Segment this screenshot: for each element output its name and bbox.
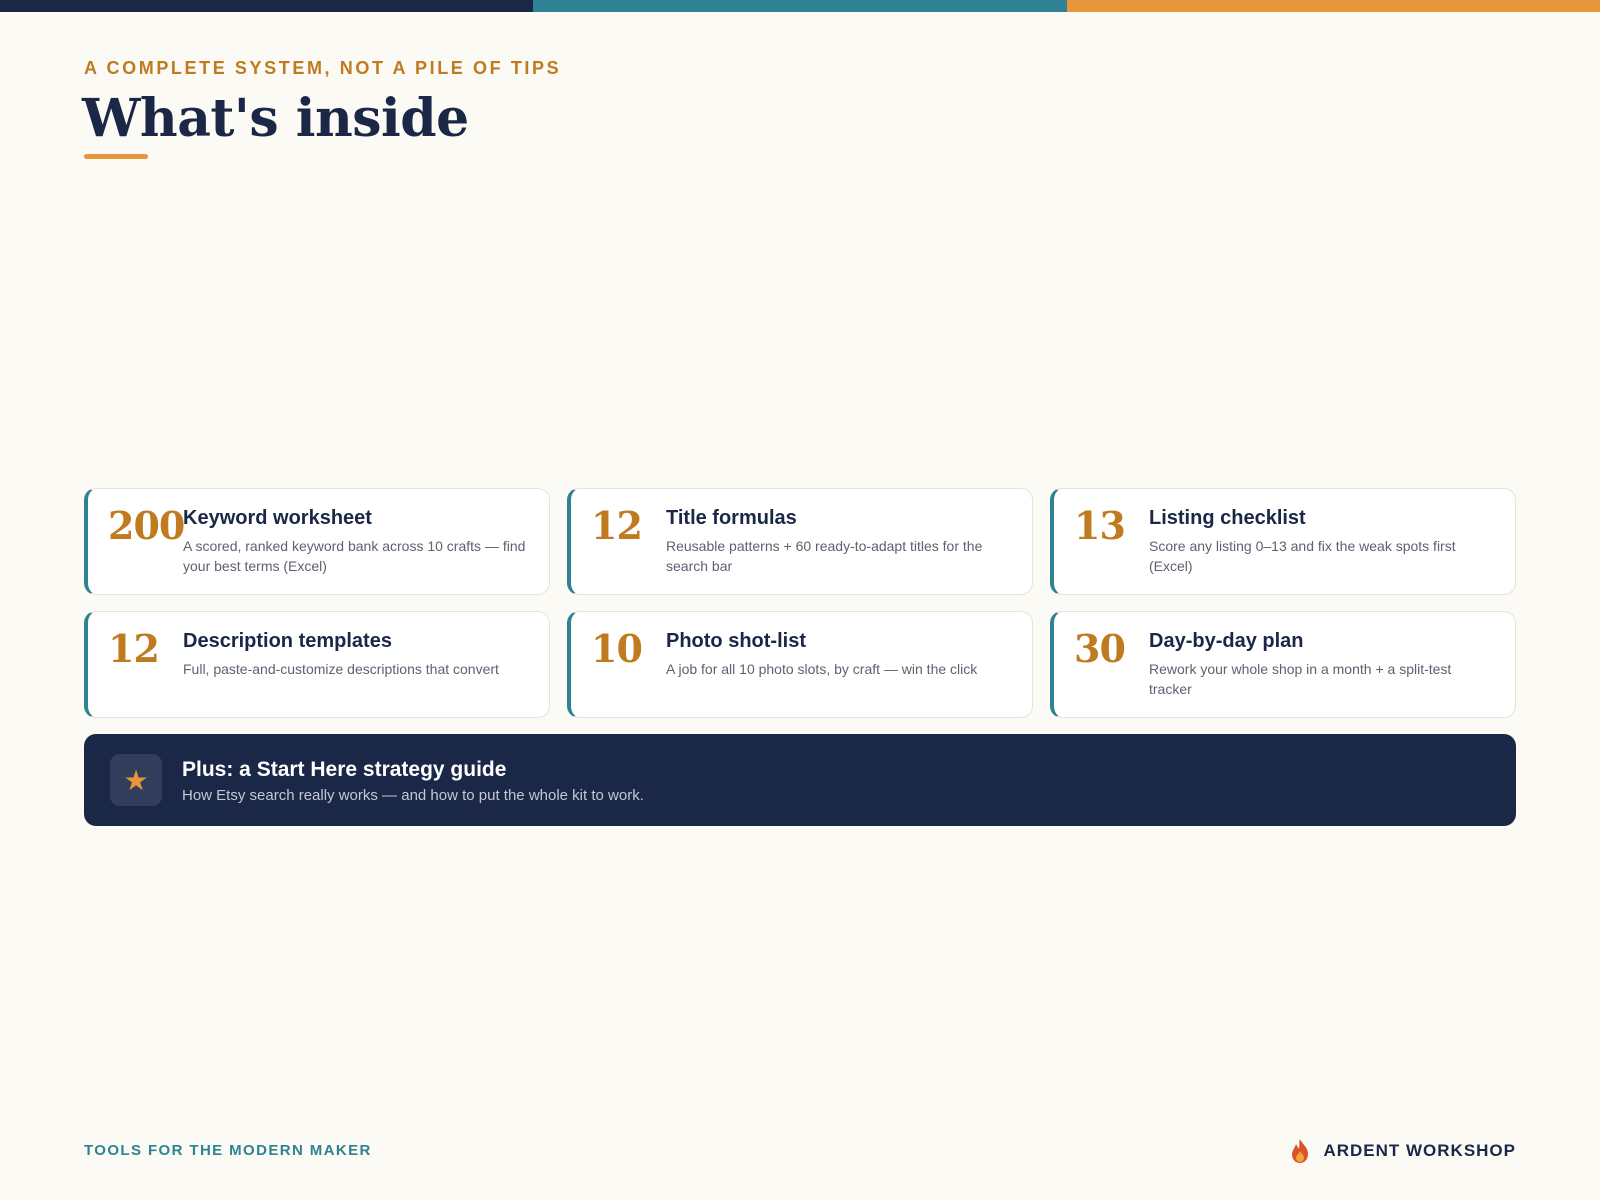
top-bar-teal-segment <box>533 0 1067 12</box>
card-number: 10 <box>591 626 643 671</box>
card-title: Keyword worksheet <box>183 507 372 529</box>
footer-tagline: TOOLS FOR THE MODERN MAKER <box>84 1142 372 1159</box>
flame-icon <box>1292 1139 1309 1163</box>
banner-title: Plus: a Start Here strategy guide <box>182 758 507 781</box>
card-body: Title formulas Reusable patterns + 60 re… <box>666 507 1010 576</box>
card-description: Score any listing 0–13 and fix the weak … <box>1149 538 1456 574</box>
top-color-bar <box>0 0 1600 12</box>
top-bar-navy-segment <box>0 0 534 12</box>
card-description: A scored, ranked keyword bank across 10 … <box>183 538 526 574</box>
card-description: Reusable patterns + 60 ready-to-adapt ti… <box>666 538 983 574</box>
card-description: Rework your whole shop in a month + a sp… <box>1149 661 1452 697</box>
card-title: Title formulas <box>666 507 797 529</box>
card-body: Listing checklist Score any listing 0–13… <box>1149 507 1493 576</box>
page-title: What's inside <box>82 88 469 149</box>
banner-description: How Etsy search really works — and how t… <box>182 787 644 804</box>
eyebrow-label: A COMPLETE SYSTEM, NOT A PILE OF TIPS <box>84 58 562 78</box>
start-here-banner: ★ Plus: a Start Here strategy guide How … <box>84 734 1516 826</box>
card-title: Description templates <box>183 630 392 652</box>
card-description: Full, paste-and-customize descriptions t… <box>183 661 499 677</box>
title-underline <box>84 154 148 159</box>
card-number: 12 <box>108 626 160 671</box>
card-body: Day-by-day plan Rework your whole shop i… <box>1149 630 1493 699</box>
card-description: A job for all 10 photo slots, by craft —… <box>666 661 978 677</box>
card-photo-shot-list: 10 Photo shot-list A job for all 10 phot… <box>567 611 1033 718</box>
card-day-by-day-plan: 30 Day-by-day plan Rework your whole sho… <box>1050 611 1516 718</box>
card-number: 12 <box>591 503 643 548</box>
card-body: Keyword worksheet A scored, ranked keywo… <box>183 507 527 576</box>
card-number: 30 <box>1074 626 1126 671</box>
card-title: Listing checklist <box>1149 507 1306 529</box>
card-number: 200 <box>108 503 185 548</box>
footer-brand: ARDENT WORKSHOP <box>1289 1138 1516 1164</box>
card-listing-checklist: 13 Listing checklist Score any listing 0… <box>1050 488 1516 595</box>
card-title: Photo shot-list <box>666 630 806 652</box>
card-number: 13 <box>1074 503 1126 548</box>
top-bar-orange-segment <box>1066 0 1600 12</box>
card-title-formulas: 12 Title formulas Reusable patterns + 60… <box>567 488 1033 595</box>
card-description-templates: 12 Description templates Full, paste-and… <box>84 611 550 718</box>
card-title: Day-by-day plan <box>1149 630 1304 652</box>
brand-name: ARDENT WORKSHOP <box>1323 1141 1516 1160</box>
card-body: Description templates Full, paste-and-cu… <box>183 630 527 679</box>
star-icon: ★ <box>110 754 162 806</box>
card-keyword-worksheet: 200 Keyword worksheet A scored, ranked k… <box>84 488 550 595</box>
contents-grid: 200 Keyword worksheet A scored, ranked k… <box>84 488 1516 718</box>
card-body: Photo shot-list A job for all 10 photo s… <box>666 630 1010 679</box>
